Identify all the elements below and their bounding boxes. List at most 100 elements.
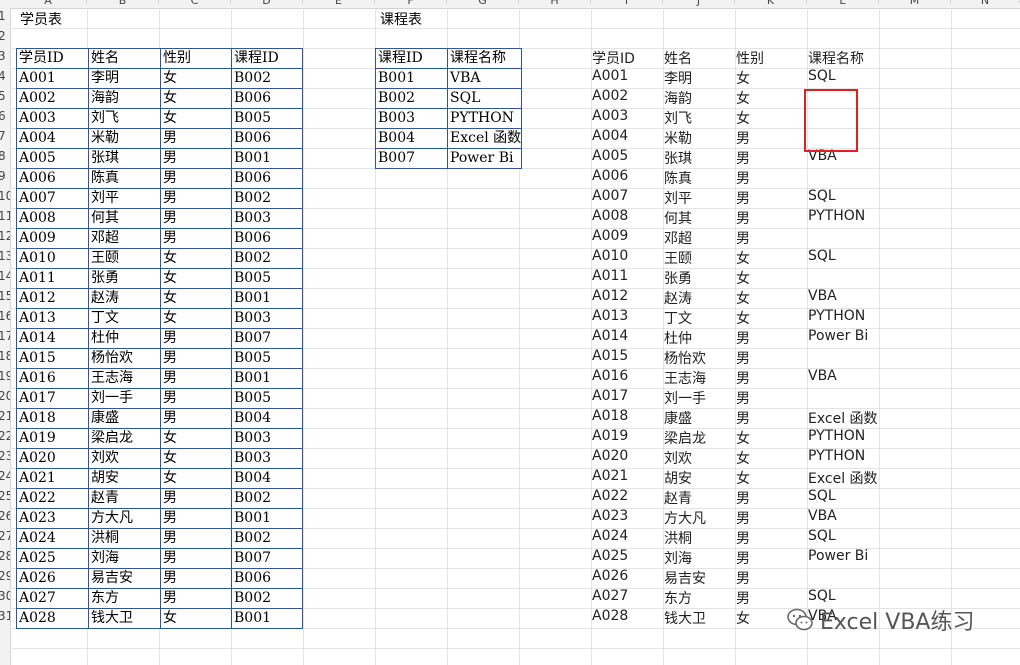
table-cell[interactable]: 男 <box>160 228 232 249</box>
row-header[interactable]: 19 <box>0 366 10 386</box>
result-cell[interactable]: A023 <box>592 508 628 528</box>
result-cell[interactable]: 女 <box>736 308 750 328</box>
table-cell[interactable]: 梁启龙 <box>88 428 161 449</box>
result-cell[interactable]: 邓超 <box>664 228 692 248</box>
table-cell[interactable]: 王志海 <box>88 368 161 389</box>
row-header[interactable]: 17 <box>0 326 10 346</box>
result-cell[interactable]: 女 <box>736 88 750 108</box>
row-header[interactable]: 25 <box>0 486 10 506</box>
row-header[interactable]: 31 <box>0 606 10 626</box>
row-header[interactable]: 5 <box>0 86 10 106</box>
table-cell[interactable]: A025 <box>16 548 89 569</box>
result-cell[interactable]: A003 <box>592 108 628 128</box>
table-cell[interactable]: A024 <box>16 528 89 549</box>
table-cell[interactable]: 男 <box>160 588 232 609</box>
table-cell[interactable]: A004 <box>16 128 89 149</box>
result-cell[interactable]: Power Bi <box>808 548 868 568</box>
column-header-b[interactable]: B <box>87 0 159 7</box>
result-cell[interactable]: A019 <box>592 428 628 448</box>
result-cell[interactable]: 男 <box>736 528 750 548</box>
table-cell[interactable]: VBA <box>446 68 523 89</box>
table-cell[interactable]: 男 <box>160 208 232 229</box>
table-cell[interactable]: 男 <box>160 328 232 349</box>
table-cell[interactable]: 男 <box>160 568 232 589</box>
table-cell[interactable]: A010 <box>16 248 89 269</box>
result-header-cell[interactable]: 学员ID <box>592 48 635 68</box>
table-cell[interactable]: 刘飞 <box>88 108 161 129</box>
result-cell[interactable]: 男 <box>736 168 750 188</box>
row-header[interactable]: 28 <box>0 546 10 566</box>
result-cell[interactable]: 李明 <box>664 68 692 88</box>
table-cell[interactable]: A019 <box>16 428 89 449</box>
result-cell[interactable]: 米勒 <box>664 128 692 148</box>
result-cell[interactable]: A015 <box>592 348 628 368</box>
header-cell[interactable]: 性别 <box>160 48 232 69</box>
result-cell[interactable]: A005 <box>592 148 628 168</box>
table-cell[interactable]: A011 <box>16 268 89 289</box>
result-cell[interactable]: A028 <box>592 608 628 628</box>
result-header-cell[interactable]: 姓名 <box>664 48 692 68</box>
table-cell[interactable]: A016 <box>16 368 89 389</box>
table-cell[interactable]: 王颐 <box>88 248 161 269</box>
table-cell[interactable]: 赵青 <box>88 488 161 509</box>
result-cell[interactable]: 赵青 <box>664 488 692 508</box>
table-cell[interactable]: 邓超 <box>88 228 161 249</box>
table-cell[interactable]: 女 <box>160 308 232 329</box>
table-cell[interactable]: 男 <box>160 368 232 389</box>
table-cell[interactable]: B004 <box>231 408 303 429</box>
result-cell[interactable]: 康盛 <box>664 408 692 428</box>
table-cell[interactable]: 洪桐 <box>88 528 161 549</box>
result-cell[interactable]: A022 <box>592 488 628 508</box>
result-cell[interactable]: A002 <box>592 88 628 108</box>
result-cell[interactable]: 易吉安 <box>664 568 706 588</box>
row-header[interactable]: 15 <box>0 286 10 306</box>
table-cell[interactable]: A017 <box>16 388 89 409</box>
result-cell[interactable]: 王志海 <box>664 368 706 388</box>
column-header-j[interactable]: J <box>663 0 735 7</box>
result-cell[interactable]: A014 <box>592 328 628 348</box>
result-cell[interactable]: VBA <box>808 508 837 528</box>
table-cell[interactable]: B005 <box>231 268 303 289</box>
result-cell[interactable]: 女 <box>736 268 750 288</box>
result-cell[interactable]: SQL <box>808 528 836 548</box>
table-cell[interactable]: A008 <box>16 208 89 229</box>
row-header[interactable]: 21 <box>0 406 10 426</box>
table-cell[interactable]: SQL <box>446 88 523 109</box>
table-cell[interactable]: Excel 函数 <box>446 128 523 149</box>
table-cell[interactable]: 女 <box>160 288 232 309</box>
table-cell[interactable]: 何其 <box>88 208 161 229</box>
result-cell[interactable]: 女 <box>736 288 750 308</box>
table-cell[interactable]: 女 <box>160 108 232 129</box>
result-cell[interactable]: 海韵 <box>664 88 692 108</box>
table-cell[interactable]: 女 <box>160 88 232 109</box>
result-cell[interactable]: A020 <box>592 448 628 468</box>
column-header-e[interactable]: E <box>303 0 375 7</box>
table-cell[interactable]: B002 <box>231 528 303 549</box>
result-cell[interactable]: 刘欢 <box>664 448 692 468</box>
table-cell[interactable]: 陈真 <box>88 168 161 189</box>
row-header[interactable]: 3 <box>0 46 10 66</box>
result-cell[interactable]: 女 <box>736 68 750 88</box>
table-cell[interactable]: B005 <box>231 388 303 409</box>
result-cell[interactable]: VBA <box>808 288 837 308</box>
table-cell[interactable]: 女 <box>160 68 232 89</box>
result-cell[interactable]: 方大凡 <box>664 508 706 528</box>
table-cell[interactable]: 女 <box>160 608 232 629</box>
table-cell[interactable]: A012 <box>16 288 89 309</box>
result-cell[interactable]: 刘飞 <box>664 108 692 128</box>
result-cell[interactable]: 男 <box>736 348 750 368</box>
row-header[interactable]: 18 <box>0 346 10 366</box>
table-cell[interactable]: 米勒 <box>88 128 161 149</box>
result-cell[interactable]: A001 <box>592 68 628 88</box>
result-cell[interactable]: 何其 <box>664 208 692 228</box>
result-cell[interactable]: 梁启龙 <box>664 428 706 448</box>
result-cell[interactable]: 张勇 <box>664 268 692 288</box>
table-cell[interactable]: B003 <box>231 428 303 449</box>
table-cell[interactable]: B004 <box>231 468 303 489</box>
result-cell[interactable]: 杨怡欢 <box>664 348 706 368</box>
result-cell[interactable]: Excel 函数 <box>808 468 878 488</box>
result-cell[interactable]: A011 <box>592 268 628 288</box>
result-cell[interactable]: 男 <box>736 548 750 568</box>
table-cell[interactable]: A013 <box>16 308 89 329</box>
table-cell[interactable]: 海韵 <box>88 88 161 109</box>
